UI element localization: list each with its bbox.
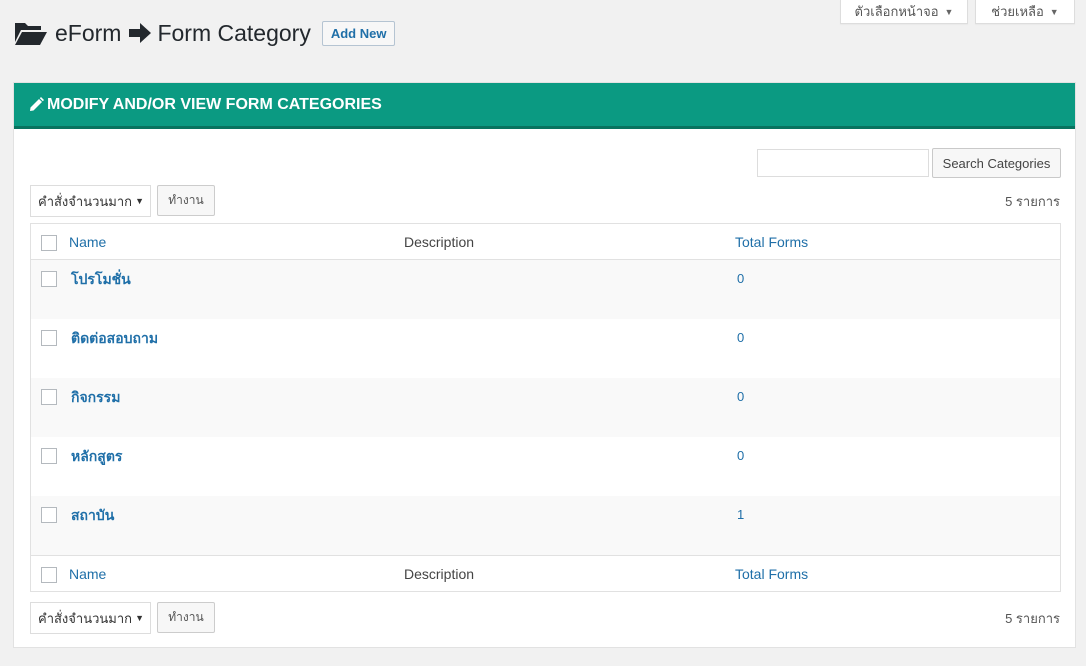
total-forms-link[interactable]: 0	[737, 330, 744, 345]
table-row: สถาบัน 1	[31, 496, 1060, 555]
total-forms-link[interactable]: 0	[737, 271, 744, 286]
bulk-actions-select[interactable]: คำสั่งจำนวนมาก ▼	[30, 185, 151, 217]
caret-down-icon: ▼	[944, 6, 954, 17]
apply-button[interactable]: ทำงาน	[157, 185, 215, 216]
apply-button-bottom[interactable]: ทำงาน	[157, 602, 215, 633]
column-name-sort-footer[interactable]: Name	[69, 566, 106, 582]
category-name-link[interactable]: สถาบัน	[71, 505, 114, 527]
category-name-link[interactable]: กิจกรรม	[71, 387, 120, 409]
row-checkbox[interactable]	[41, 389, 57, 405]
category-name-link[interactable]: หลักสูตร	[71, 446, 122, 468]
add-new-button[interactable]: Add New	[321, 20, 396, 46]
row-checkbox[interactable]	[41, 448, 57, 464]
table-row: หลักสูตร 0	[31, 437, 1060, 496]
categories-panel: MODIFY AND/OR VIEW FORM CATEGORIES Searc…	[13, 82, 1076, 648]
chevron-down-icon: ▼	[135, 613, 144, 623]
table-row: กิจกรรม 0	[31, 378, 1060, 437]
help-label: ช่วยเหลือ	[991, 4, 1044, 19]
panel-title: MODIFY AND/OR VIEW FORM CATEGORIES	[47, 95, 382, 113]
bulk-actions-select-bottom[interactable]: คำสั่งจำนวนมาก ▼	[30, 602, 151, 634]
pencil-icon	[30, 96, 44, 111]
search-categories-button[interactable]: Search Categories	[932, 148, 1061, 178]
items-count-bottom: 5 รายการ	[1005, 611, 1060, 626]
categories-table: Name Description Total Forms โปรโมชั่น 0…	[30, 223, 1061, 592]
chevron-down-icon: ▼	[135, 196, 144, 206]
screen-options-label: ตัวเลือกหน้าจอ	[854, 4, 939, 19]
bulk-actions-value: คำสั่งจำนวนมาก	[38, 193, 133, 209]
items-count: 5 รายการ	[1005, 194, 1060, 209]
column-total-forms-sort-footer[interactable]: Total Forms	[735, 566, 808, 582]
row-checkbox[interactable]	[41, 507, 57, 523]
row-checkbox[interactable]	[41, 271, 57, 287]
folder-open-icon	[15, 23, 47, 45]
total-forms-link[interactable]: 1	[737, 507, 744, 522]
screen-options-tab[interactable]: ตัวเลือกหน้าจอ ▼	[840, 0, 968, 24]
bulk-actions-value: คำสั่งจำนวนมาก	[38, 610, 133, 626]
table-row: โปรโมชั่น 0	[31, 260, 1060, 319]
total-forms-link[interactable]: 0	[737, 389, 744, 404]
table-footer: Name Description Total Forms	[31, 555, 1060, 591]
arrow-right-icon	[129, 23, 152, 43]
page-header: eForm Form Category Add New	[14, 16, 396, 50]
column-description-footer: Description	[404, 566, 475, 582]
panel-header: MODIFY AND/OR VIEW FORM CATEGORIES	[14, 83, 1075, 129]
page-title: Form Category	[157, 19, 311, 46]
table-header: Name Description Total Forms	[31, 224, 1060, 260]
row-checkbox[interactable]	[41, 330, 57, 346]
category-name-link[interactable]: ติดต่อสอบถาม	[71, 328, 158, 350]
help-tab[interactable]: ช่วยเหลือ ▼	[975, 0, 1075, 24]
column-total-forms-sort[interactable]: Total Forms	[735, 234, 808, 250]
search-input[interactable]	[757, 149, 929, 177]
breadcrumb-root: eForm	[55, 19, 122, 46]
caret-down-icon: ▼	[1049, 6, 1059, 17]
column-description: Description	[404, 234, 475, 250]
category-name-link[interactable]: โปรโมชั่น	[71, 269, 131, 291]
total-forms-link[interactable]: 0	[737, 448, 744, 463]
table-row: ติดต่อสอบถาม 0	[31, 319, 1060, 378]
select-all-checkbox[interactable]	[41, 235, 57, 251]
select-all-checkbox-footer[interactable]	[41, 567, 57, 583]
column-name-sort[interactable]: Name	[69, 234, 106, 250]
